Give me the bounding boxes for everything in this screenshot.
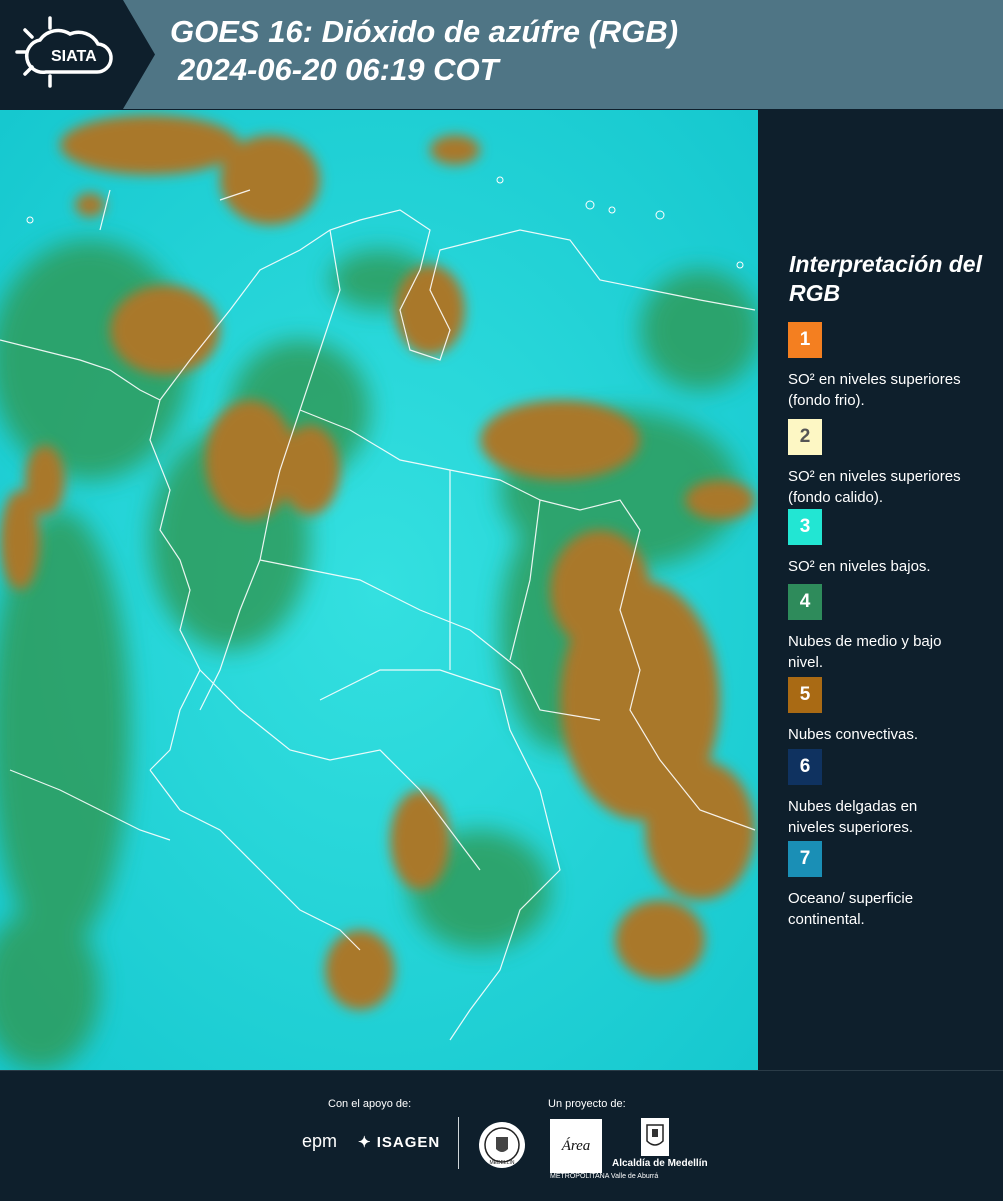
legend-item-6: 6 Nubes delgadas en niveles superiores.	[788, 749, 998, 838]
page-timestamp: 2024-06-20 06:19 COT	[178, 52, 499, 87]
legend-label: SO² en niveles bajos.	[788, 558, 931, 575]
legend-label: Nubes delgadas en niveles superiores.	[788, 798, 918, 836]
satellite-rgb-map-icon	[0, 110, 758, 1070]
isagen-label: ISAGEN	[376, 1134, 441, 1151]
footer-divider	[458, 1117, 459, 1169]
legend-label: Oceano/ superficie continental.	[788, 890, 914, 928]
area-metropolitana-text: METROPOLITANA Valle de Aburrá	[550, 1173, 659, 1180]
alcaldia-shield-icon	[641, 1118, 669, 1156]
legend-panel: Interpretación del RGB 1 SO² en niveles …	[760, 110, 1003, 1070]
legend-swatch-3: 3	[788, 509, 822, 545]
isagen-icon: ✦	[358, 1134, 372, 1151]
area-metropolitana-logo: Área	[550, 1119, 602, 1173]
legend-number: 6	[799, 756, 811, 777]
legend-swatch-5: 5	[788, 677, 822, 713]
support-label: Con el apoyo de:	[328, 1098, 412, 1110]
legend-label: SO² en niveles superiores (fondo frio).	[788, 371, 961, 409]
legend-label: Nubes de medio y bajo nivel.	[788, 633, 942, 671]
medellin-seal-icon: MEDELLÍN	[479, 1122, 525, 1168]
legend-swatch-2: 2	[788, 419, 822, 455]
legend-title: Interpretación del RGB	[789, 251, 982, 306]
legend-item-1: 1 SO² en niveles superiores (fondo frio)…	[788, 322, 998, 411]
legend-number: 4	[799, 591, 811, 612]
legend-item-7: 7 Oceano/ superficie continental.	[788, 841, 998, 930]
epm-logo: epm	[302, 1131, 338, 1151]
legend-label: Nubes convectivas.	[788, 726, 919, 743]
siata-logo-text: SIATA	[51, 48, 97, 65]
legend-swatch-7: 7	[788, 841, 822, 877]
alcaldia-label: Alcaldía de Medellín	[612, 1158, 708, 1169]
legend-number: 3	[799, 516, 811, 537]
header: SIATA GOES 16: Dióxido de azúfre (RGB) 2…	[0, 0, 1003, 109]
project-label: Un proyecto de:	[548, 1098, 626, 1110]
legend-item-5: 5 Nubes convectivas.	[788, 677, 998, 745]
area-logo-text: Área	[561, 1137, 591, 1154]
footer: Con el apoyo de: Un proyecto de: epm ✦ I…	[0, 1070, 1003, 1201]
legend-item-3: 3 SO² en niveles bajos.	[788, 509, 998, 577]
legend-label: SO² en niveles superiores (fondo calido)…	[788, 468, 961, 506]
medellin-seal-text: MEDELLÍN	[489, 1159, 514, 1166]
siata-logo: SIATA	[0, 0, 150, 109]
page-title: GOES 16: Dióxido de azúfre (RGB)	[170, 14, 679, 49]
legend-item-2: 2 SO² en niveles superiores (fondo calid…	[788, 419, 998, 508]
legend-number: 2	[799, 426, 811, 447]
legend-number: 5	[799, 684, 811, 705]
legend-number: 7	[799, 848, 811, 869]
legend-number: 1	[799, 329, 811, 350]
legend-swatch-4: 4	[788, 584, 822, 620]
legend-swatch-1: 1	[788, 322, 822, 358]
legend-swatch-6: 6	[788, 749, 822, 785]
legend-item-4: 4 Nubes de medio y bajo nivel.	[788, 584, 998, 673]
isagen-logo: ✦ ISAGEN	[358, 1133, 440, 1151]
satellite-map	[0, 110, 758, 1070]
